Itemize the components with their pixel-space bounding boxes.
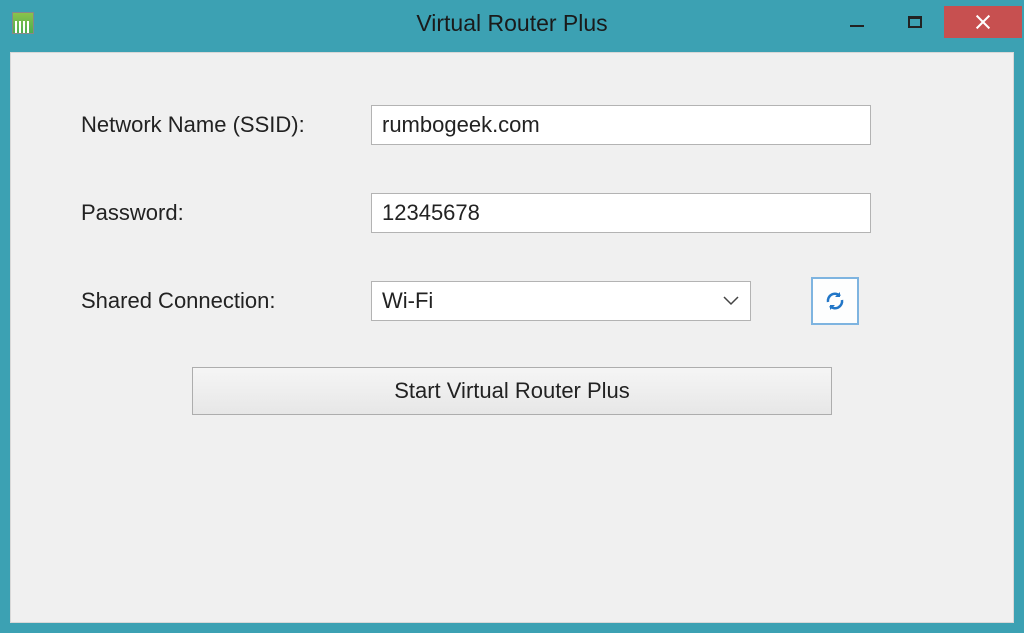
window-controls [828, 6, 1022, 38]
ssid-row: Network Name (SSID): [81, 103, 943, 147]
window-title: Virtual Router Plus [416, 10, 607, 37]
password-label: Password: [81, 200, 371, 226]
close-button[interactable] [944, 6, 1022, 38]
app-icon [12, 12, 34, 34]
connection-select[interactable]: Wi-Fi [371, 281, 751, 321]
connection-label: Shared Connection: [81, 288, 371, 314]
refresh-button[interactable] [811, 277, 859, 325]
refresh-icon [822, 288, 848, 314]
password-row: Password: [81, 191, 943, 235]
start-row: Start Virtual Router Plus [81, 367, 943, 415]
maximize-button[interactable] [886, 6, 944, 38]
close-icon [975, 14, 991, 30]
ssid-label: Network Name (SSID): [81, 112, 371, 138]
connection-select-wrap: Wi-Fi [371, 281, 751, 321]
connection-row: Shared Connection: Wi-Fi [81, 279, 943, 323]
minimize-icon [850, 25, 864, 27]
client-area: Network Name (SSID): Password: Shared Co… [10, 52, 1014, 623]
minimize-button[interactable] [828, 6, 886, 38]
titlebar[interactable]: Virtual Router Plus [2, 2, 1022, 44]
maximize-icon [908, 16, 922, 28]
app-window: Virtual Router Plus Network Name (SSID):… [0, 0, 1024, 633]
start-button[interactable]: Start Virtual Router Plus [192, 367, 832, 415]
password-input[interactable] [371, 193, 871, 233]
ssid-input[interactable] [371, 105, 871, 145]
